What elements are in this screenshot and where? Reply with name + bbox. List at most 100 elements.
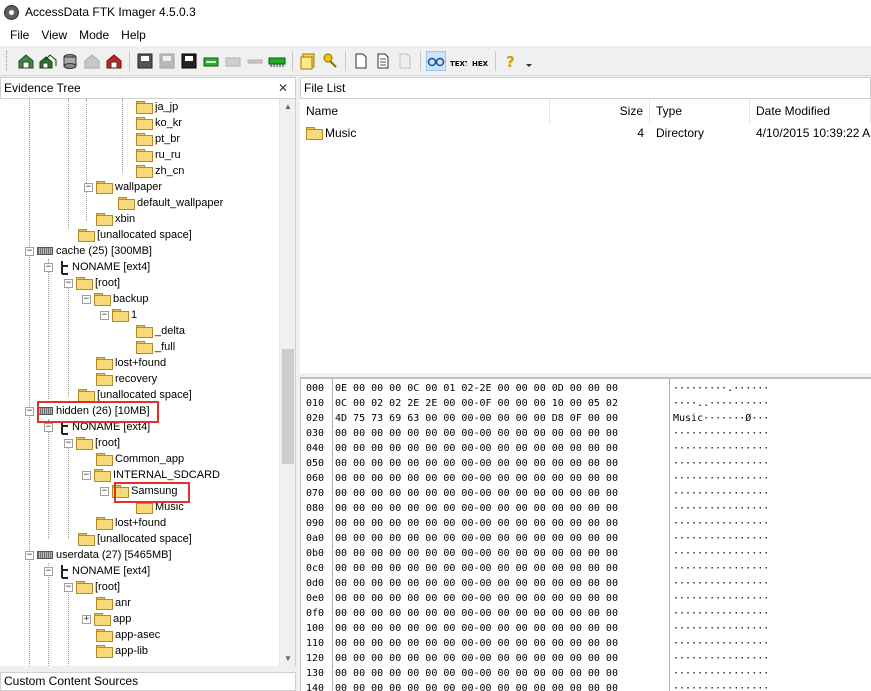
hex-bytes[interactable]: 0E 00 00 00 0C 00 01 02-2E 00 00 00 0D 0… — [335, 381, 618, 396]
add-evidence-icon[interactable] — [16, 51, 36, 71]
collapse-toggle[interactable]: − — [64, 582, 73, 592]
obtain-protected-files-icon[interactable] — [298, 51, 318, 71]
collapse-toggle[interactable]: − — [64, 438, 73, 448]
menu-help[interactable]: Help — [115, 25, 152, 45]
hex-bytes[interactable]: 00 00 00 00 00 00 00 00-00 00 00 00 00 0… — [335, 666, 618, 681]
hex-bytes[interactable]: 00 00 00 00 00 00 00 00-00 00 00 00 00 0… — [335, 531, 618, 546]
tree-node[interactable]: zh_cn — [136, 163, 184, 179]
column-header-size[interactable]: Size — [550, 99, 650, 123]
hex-bytes[interactable]: 00 00 00 00 00 00 00 00-00 00 00 00 00 0… — [335, 456, 618, 471]
hex-ascii[interactable]: ················ — [673, 441, 769, 456]
hex-ascii[interactable]: ················ — [673, 516, 769, 531]
hex-ascii[interactable]: ················ — [673, 456, 769, 471]
tree-node[interactable]: − [root] — [64, 579, 120, 595]
column-header-date-modified[interactable]: Date Modified — [750, 99, 871, 123]
tree-node[interactable]: _delta — [136, 323, 185, 339]
column-header-name[interactable]: Name — [300, 99, 550, 123]
collapse-toggle[interactable]: − — [84, 182, 93, 192]
table-row[interactable]: Music 4 Directory 4/10/2015 10:39:22 AM — [300, 123, 871, 143]
toolbar-overflow-icon[interactable] — [523, 51, 535, 71]
tree-node[interactable]: lost+found — [96, 515, 166, 531]
hex-ascii[interactable]: ················ — [673, 501, 769, 516]
menu-view[interactable]: View — [35, 25, 73, 45]
hex-bytes[interactable]: 4D 75 73 69 63 00 00 00-00 00 00 00 D8 0… — [335, 411, 618, 426]
hex-bytes[interactable]: 00 00 00 00 00 00 00 00-00 00 00 00 00 0… — [335, 621, 618, 636]
collapse-toggle[interactable]: − — [44, 262, 53, 272]
hex-bytes[interactable]: 00 00 00 00 00 00 00 00-00 00 00 00 00 0… — [335, 681, 618, 691]
tree-node[interactable]: lost+found — [96, 355, 166, 371]
hex-ascii[interactable]: ················ — [673, 651, 769, 666]
hex-ascii[interactable]: ················ — [673, 576, 769, 591]
collapse-toggle[interactable]: − — [64, 278, 73, 288]
help-icon[interactable]: ? — [501, 51, 521, 71]
menu-mode[interactable]: Mode — [73, 25, 115, 45]
hex-ascii[interactable]: ················ — [673, 426, 769, 441]
verify-drive-icon[interactable] — [395, 51, 415, 71]
tree-node[interactable]: − [root] — [64, 275, 120, 291]
hex-bytes[interactable]: 00 00 00 00 00 00 00 00-00 00 00 00 00 0… — [335, 546, 618, 561]
hex-ascii[interactable]: ················ — [673, 606, 769, 621]
hex-ascii[interactable]: ················ — [673, 681, 769, 691]
hex-bytes[interactable]: 00 00 00 00 00 00 00 00-00 00 00 00 00 0… — [335, 561, 618, 576]
tree-node[interactable]: app-asec — [96, 627, 160, 643]
close-icon[interactable]: ✕ — [278, 81, 288, 95]
hex-ascii[interactable]: ················ — [673, 621, 769, 636]
tree-node[interactable]: [unallocated space] — [78, 531, 192, 547]
hex-bytes[interactable]: 00 00 00 00 00 00 00 00-00 00 00 00 00 0… — [335, 636, 618, 651]
hex-bytes[interactable]: 00 00 00 00 00 00 00 00-00 00 00 00 00 0… — [335, 501, 618, 516]
collapse-toggle[interactable]: − — [25, 246, 34, 256]
hex-ascii[interactable]: ················ — [673, 666, 769, 681]
remove-all-evidence-icon[interactable] — [104, 51, 124, 71]
tree-scrollbar[interactable]: ▲ ▼ — [279, 99, 295, 666]
tree-node[interactable]: − backup — [82, 291, 148, 307]
hex-bytes[interactable]: 00 00 00 00 00 00 00 00-00 00 00 00 00 0… — [335, 606, 618, 621]
tree-node[interactable]: ko_kr — [136, 115, 182, 131]
collapse-toggle[interactable]: − — [25, 550, 34, 560]
export-files-icon[interactable] — [351, 51, 371, 71]
export-logical-image-icon[interactable] — [179, 51, 199, 71]
tree-node[interactable]: pt_br — [136, 131, 180, 147]
expand-toggle[interactable]: + — [82, 614, 91, 624]
tree-node[interactable]: default_wallpaper — [118, 195, 223, 211]
hex-bytes[interactable]: 00 00 00 00 00 00 00 00-00 00 00 00 00 0… — [335, 426, 618, 441]
collapse-toggle[interactable]: − — [82, 294, 91, 304]
tree-node[interactable]: _full — [136, 339, 175, 355]
tree-node[interactable]: Common_app — [96, 451, 184, 467]
tree-node[interactable]: − INTERNAL_SDCARD — [82, 467, 220, 483]
tree-node[interactable]: − NONAME [ext4] — [44, 259, 150, 275]
image-mounting-icon[interactable] — [60, 51, 80, 71]
tree-node[interactable]: recovery — [96, 371, 157, 387]
hex-ascii[interactable]: ················ — [673, 486, 769, 501]
hex-ascii[interactable]: ················ — [673, 561, 769, 576]
file-list[interactable]: Name Size Type Date Modified Music 4 Dir… — [300, 99, 871, 373]
add-all-evidence-icon[interactable] — [38, 51, 58, 71]
hex-bytes[interactable]: 00 00 00 00 00 00 00 00-00 00 00 00 00 0… — [335, 486, 618, 501]
tree-node[interactable]: app-lib — [96, 643, 148, 659]
scroll-thumb[interactable] — [282, 349, 294, 464]
tree-node[interactable]: − userdata (27) [5465MB] — [25, 547, 172, 563]
decrypt-icon[interactable] — [245, 51, 265, 71]
hex-bytes[interactable]: 00 00 00 00 00 00 00 00-00 00 00 00 00 0… — [335, 441, 618, 456]
hex-ascii[interactable]: ················ — [673, 471, 769, 486]
collapse-toggle[interactable]: − — [44, 422, 53, 432]
hex-ascii[interactable]: ················ — [673, 546, 769, 561]
scroll-up-icon[interactable]: ▲ — [284, 102, 292, 111]
hex-bytes[interactable]: 00 00 00 00 00 00 00 00-00 00 00 00 00 0… — [335, 651, 618, 666]
menu-file[interactable]: File — [4, 25, 35, 45]
export-disk-image-icon[interactable] — [157, 51, 177, 71]
auto-view-icon[interactable] — [426, 50, 446, 71]
tree-node[interactable]: − NONAME [ext4] — [44, 563, 150, 579]
hex-view[interactable]: 000 0E 00 00 00 0C 00 01 02-2E 00 00 00 0… — [300, 377, 871, 691]
collapse-toggle[interactable]: − — [100, 486, 109, 496]
tree-node[interactable]: [unallocated space] — [78, 227, 192, 243]
tree-node[interactable]: − cache (25) [300MB] — [25, 243, 152, 259]
text-view-icon[interactable]: TEXT — [448, 51, 468, 71]
hex-ascii[interactable]: Music·······Ø··· — [673, 411, 769, 426]
tree-node[interactable]: + app — [82, 611, 131, 627]
create-disk-image-icon[interactable] — [135, 51, 155, 71]
toolbar-grip[interactable] — [6, 50, 10, 71]
evidence-tree[interactable]: ja_jp ko_kr pt_br ru_ru zh_cn − wallpaper… — [0, 99, 296, 666]
hex-ascii[interactable]: ················ — [673, 591, 769, 606]
create-custom-content-icon[interactable] — [223, 51, 243, 71]
hex-ascii[interactable]: ····..·········· — [673, 396, 769, 411]
